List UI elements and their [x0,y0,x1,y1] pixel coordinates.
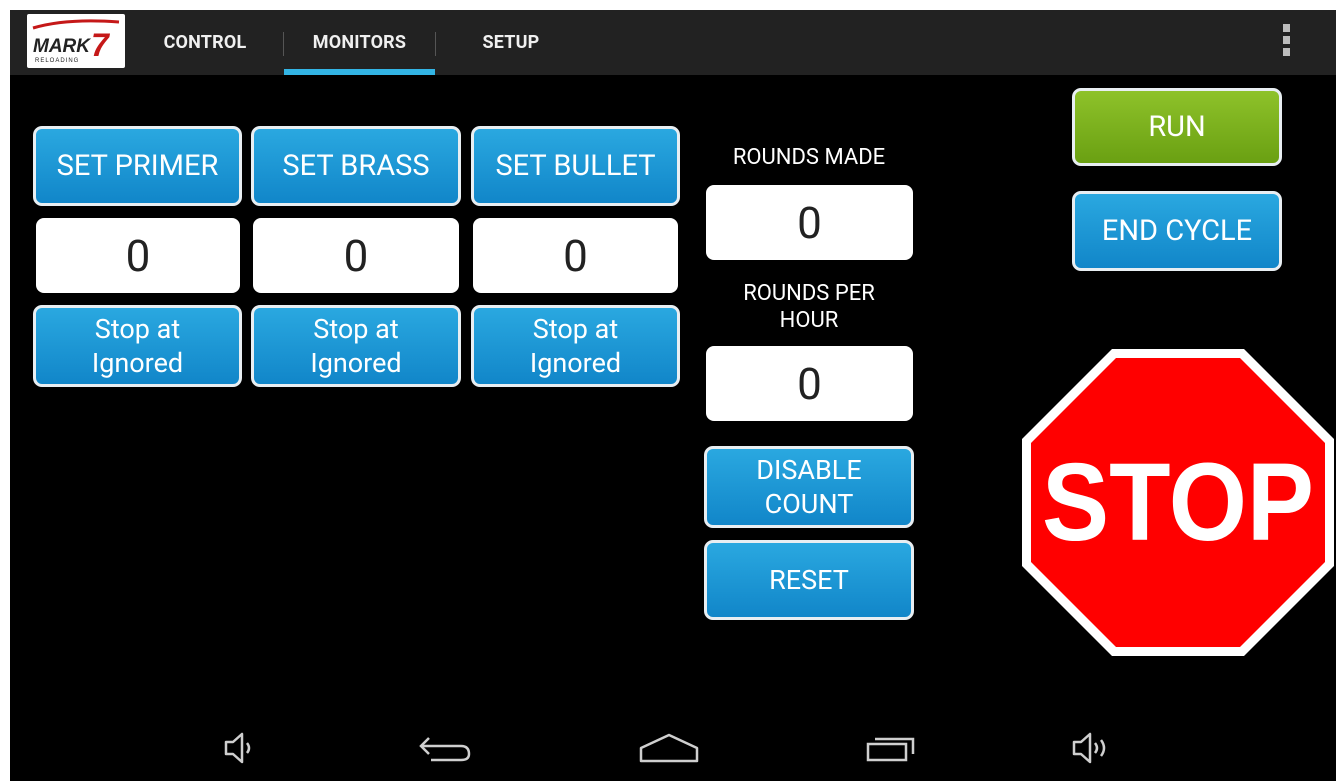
disable-count-button[interactable]: DISABLE COUNT [704,446,914,528]
brass-stop-button[interactable]: Stop at Ignored [251,305,461,387]
rounds-made-value: 0 [706,185,913,260]
set-primer-button[interactable]: SET PRIMER [33,126,242,206]
logo-graphic: MARK 7 RELOADING [32,19,120,64]
set-bullet-button[interactable]: SET BULLET [471,126,680,206]
rounds-per-hour-value: 0 [706,346,913,421]
bullet-count: 0 [473,218,678,293]
tab-monitors[interactable]: MONITORS [284,10,435,75]
tab-setup[interactable]: SETUP [465,10,557,75]
primer-count: 0 [36,218,240,293]
svg-text:7: 7 [91,27,111,63]
svg-text:MARK: MARK [33,36,91,57]
overflow-menu-icon[interactable] [1278,24,1294,64]
rounds-per-hour-label: ROUNDS PER HOUR [743,281,875,333]
stop-sign-icon: STOP [1022,349,1334,656]
reset-button[interactable]: RESET [704,540,914,620]
stop-button[interactable]: STOP [1020,346,1336,659]
set-brass-button[interactable]: SET BRASS [251,126,461,206]
back-icon[interactable] [415,730,475,766]
brass-count: 0 [253,218,459,293]
bullet-stop-button[interactable]: Stop at Ignored [471,305,680,387]
svg-text:STOP: STOP [1042,441,1314,564]
volume-down-icon[interactable] [222,730,262,766]
app-screen: MARK 7 RELOADING CONTROL MONITORS SETUP … [10,10,1336,781]
volume-up-icon[interactable] [1070,730,1118,766]
svg-text:RELOADING: RELOADING [35,58,79,64]
primer-stop-button[interactable]: Stop at Ignored [33,305,242,387]
tab-control[interactable]: CONTROL [150,10,260,75]
tab-divider [435,32,436,56]
recent-apps-icon[interactable] [863,730,923,766]
run-button[interactable]: RUN [1072,88,1282,166]
action-bar: MARK 7 RELOADING CONTROL MONITORS SETUP [10,10,1336,75]
home-icon[interactable] [638,730,700,766]
rounds-made-label: ROUNDS MADE [732,145,886,170]
mark7-logo: MARK 7 RELOADING [27,14,125,68]
end-cycle-button[interactable]: END CYCLE [1072,191,1282,271]
